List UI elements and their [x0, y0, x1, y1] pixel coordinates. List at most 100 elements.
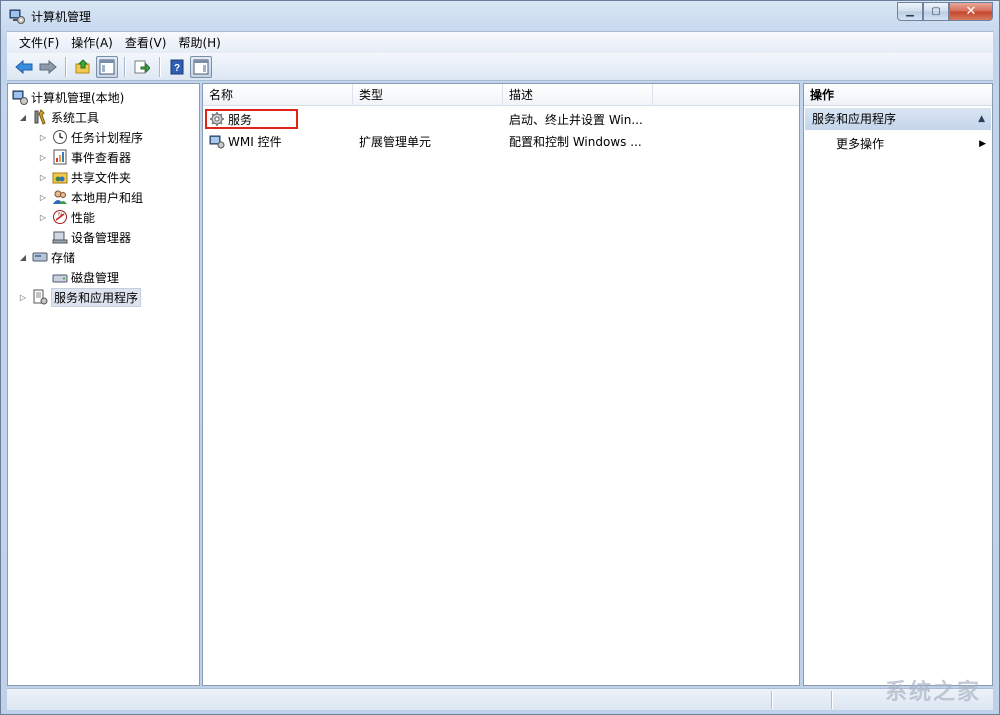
- collapsed-arrow-icon[interactable]: ▷: [38, 132, 48, 142]
- minimize-button[interactable]: ▁: [897, 2, 923, 21]
- collapsed-arrow-icon[interactable]: ▷: [18, 292, 28, 302]
- watermark-text: 系统之家: [884, 680, 981, 705]
- cell-description: 启动、终止并设置 Win...: [509, 112, 643, 127]
- back-button[interactable]: [13, 56, 35, 78]
- wmi-name-text: WMI 控件: [228, 134, 282, 149]
- tree-item-event-viewer[interactable]: ▷ 事件查看器: [38, 147, 131, 167]
- device-manager-icon: [52, 231, 68, 244]
- export-list-button[interactable]: [131, 56, 153, 78]
- status-bar: 系统之家: [7, 680, 993, 710]
- caption-buttons: ▁ ▢ ✕: [897, 2, 993, 22]
- tree-item-local-users[interactable]: ▷ 本地用户和组: [38, 187, 143, 207]
- tree-label: 存储: [51, 250, 76, 265]
- action-pane: 操作 服务和应用程序 ▲ 更多操作 ▶: [803, 83, 993, 686]
- help-icon: ?: [170, 59, 184, 74]
- computer-management-icon: [9, 9, 25, 24]
- menu-view[interactable]: 查看(V): [119, 33, 173, 53]
- clock-icon: [53, 130, 67, 144]
- maximize-icon: ▢: [931, 6, 941, 17]
- console-tree-icon: [99, 59, 115, 74]
- tree-label: 本地用户和组: [71, 190, 144, 205]
- maximize-button[interactable]: ▢: [923, 2, 949, 21]
- collapsed-arrow-icon[interactable]: ▷: [38, 192, 48, 202]
- tree-item-performance[interactable]: ▷ N 性能: [38, 207, 95, 227]
- column-header-type[interactable]: 类型: [353, 84, 503, 106]
- users-icon: [53, 190, 67, 204]
- tree-item-storage[interactable]: ◢ 存储: [18, 247, 75, 267]
- computer-management-window: 计算机管理 ▁ ▢ ✕ 文件(F) 操作(A) 查看(V) 帮助(H) ? 计算…: [0, 0, 1000, 715]
- folder-up-icon: [75, 58, 90, 73]
- minimize-icon: ▁: [906, 6, 914, 17]
- show-hide-action-pane-button[interactable]: [190, 55, 212, 78]
- tree-item-disk-management[interactable]: 磁盘管理: [52, 267, 119, 287]
- expanded-arrow-icon[interactable]: ◢: [18, 252, 28, 262]
- svg-text:?: ?: [174, 63, 180, 74]
- expanded-arrow-icon[interactable]: ◢: [18, 112, 28, 122]
- toolbar-separator: [159, 56, 160, 77]
- event-viewer-icon: [53, 149, 67, 165]
- close-icon: ✕: [965, 4, 977, 19]
- performance-icon: N: [53, 210, 67, 224]
- collapsed-arrow-icon[interactable]: ▷: [38, 152, 48, 162]
- tree-item-device-manager[interactable]: 设备管理器: [52, 227, 131, 247]
- menu-action[interactable]: 操作(A): [65, 33, 119, 53]
- up-level-button[interactable]: [72, 56, 94, 78]
- window-title: 计算机管理: [31, 10, 92, 24]
- submenu-arrow-icon: ▶: [979, 139, 986, 149]
- tree-label: 计算机管理(本地): [31, 90, 125, 105]
- collapsed-arrow-icon[interactable]: ▷: [38, 172, 48, 182]
- show-hide-console-tree-button[interactable]: [96, 55, 118, 78]
- status-separator: [771, 691, 772, 709]
- disk-management-icon: [52, 274, 68, 283]
- status-separator: [831, 691, 832, 709]
- collapse-up-icon[interactable]: ▲: [978, 108, 985, 130]
- tree-label: 服务和应用程序: [51, 287, 142, 307]
- tree-label: 任务计划程序: [71, 130, 144, 145]
- forward-arrow-icon: [39, 59, 57, 74]
- cell-description: 配置和控制 Windows ...: [509, 134, 642, 149]
- action-pane-icon: [193, 59, 209, 74]
- more-actions-label: 更多操作: [836, 137, 885, 151]
- column-header-description[interactable]: 描述: [503, 84, 653, 106]
- computer-management-icon: [12, 90, 28, 105]
- tree-item-root[interactable]: 计算机管理(本地): [12, 87, 124, 107]
- svg-text:N: N: [58, 212, 62, 218]
- export-icon: [134, 60, 150, 73]
- tree-label: 共享文件夹: [71, 170, 132, 185]
- tree-label: 事件查看器: [71, 150, 132, 165]
- close-button[interactable]: ✕: [949, 2, 993, 21]
- forward-button[interactable]: [37, 56, 59, 78]
- tree-item-task-scheduler[interactable]: ▷ 任务计划程序: [38, 127, 143, 147]
- storage-icon: [32, 252, 48, 262]
- tree-item-system-tools[interactable]: ◢ 系统工具: [18, 107, 99, 127]
- services-apps-icon: [33, 289, 48, 305]
- tree-label: 性能: [71, 210, 96, 225]
- tools-icon: [34, 109, 46, 125]
- list-row-wmi[interactable]: WMI 控件 扩展管理单元 配置和控制 Windows ...: [203, 130, 799, 152]
- cell-type: 扩展管理单元: [359, 134, 432, 149]
- menu-help[interactable]: 帮助(H): [172, 33, 226, 53]
- collapsed-arrow-icon[interactable]: ▷: [38, 212, 48, 222]
- column-header-name[interactable]: 名称: [203, 84, 353, 106]
- console-tree-pane: 计算机管理(本地) ◢ 系统工具 ▷ 任务计划程序 ▷ 事件查看器 ▷ 共享文件…: [7, 83, 200, 686]
- more-actions-item[interactable]: 更多操作 ▶: [836, 134, 990, 154]
- red-highlight-box: [205, 109, 298, 129]
- cell-name: WMI 控件: [203, 133, 353, 150]
- toolbar-separator: [124, 56, 125, 77]
- wmi-control-icon: [209, 135, 225, 149]
- results-list-pane: 名称 类型 描述 服务 启动、终止并设置 Win... WMI 控件 扩展管理单…: [202, 83, 800, 686]
- action-group-services-apps[interactable]: 服务和应用程序 ▲: [805, 108, 991, 130]
- menu-bar: 文件(F) 操作(A) 查看(V) 帮助(H): [7, 31, 993, 53]
- tree-item-shared-folders[interactable]: ▷ 共享文件夹: [38, 167, 131, 187]
- tree-item-services-apps[interactable]: ▷ 服务和应用程序: [18, 287, 142, 307]
- action-pane-title: 操作: [804, 84, 992, 106]
- help-button[interactable]: ?: [166, 56, 188, 78]
- toolbar: ?: [7, 53, 993, 81]
- tree-label: 设备管理器: [71, 230, 132, 245]
- list-header: 名称 类型 描述: [203, 84, 799, 106]
- shared-folder-icon: [52, 172, 68, 184]
- tree-label: 系统工具: [51, 110, 100, 125]
- title-bar[interactable]: 计算机管理 ▁ ▢ ✕: [1, 1, 999, 31]
- back-arrow-icon: [15, 59, 33, 74]
- menu-file[interactable]: 文件(F): [13, 33, 65, 53]
